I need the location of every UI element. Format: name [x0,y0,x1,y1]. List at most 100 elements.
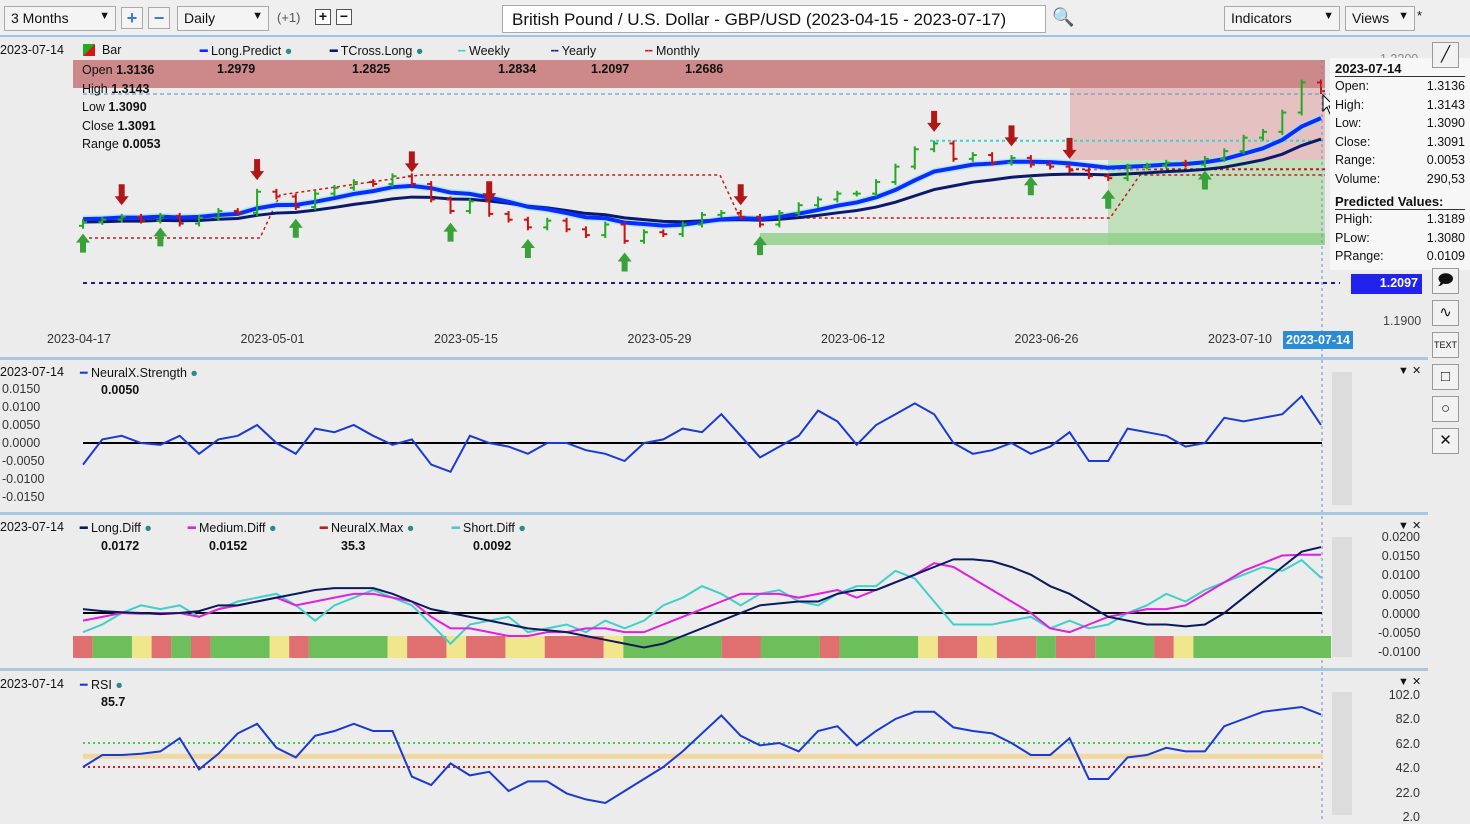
y-tick-label: 0.0150 [2,382,41,396]
legend-item: ━ Long.Predict ● [200,44,293,58]
delete-icon[interactable]: ✕ [1432,428,1459,454]
legend-item: ━ Short.Diff ● [452,521,526,535]
rsi-value: 85.7 [101,695,126,709]
short-diff-line [82,558,1322,646]
chart-canvas[interactable] [0,0,1430,821]
neuralx-max-segment [996,636,1037,658]
ohlc-high: High 1.3143 [82,81,150,96]
legend-bar: Bar [83,43,121,57]
neuralx-max-segment [151,636,172,658]
ohlc-readout: Open 1.3136 High 1.3143 Low 1.3090 Close… [82,61,161,154]
panel-divider[interactable] [0,668,1428,671]
rectangle-icon[interactable]: □ [1432,364,1459,390]
tooltip-row: Range: 0.0053 [1335,153,1465,167]
panel-menu-icon[interactable]: ▼ ✕ [1398,519,1421,532]
legend-rsi: ━ RSI ● [80,678,123,692]
y-tick-label: 2.0 [1402,810,1420,824]
neuralx-max-segment [210,636,270,658]
neuralx-max-segment [1055,636,1096,658]
tooltip-row: Open: 1.3136 [1335,79,1465,93]
legend-value: 1.2686 [685,62,724,76]
neuralx-max-segment [977,636,997,658]
support-zone [760,233,1325,245]
legend-item: ╌ Monthly [645,44,700,58]
neuralx-max-segment [1154,636,1174,658]
legend-value: 0.0092 [473,539,512,553]
neuralx-max-segment [131,636,152,658]
neuralx-max-segment [387,636,408,658]
ohlc-low: Low 1.3090 [82,100,147,114]
y-tick-label: -0.0050 [2,454,45,468]
tooltip-row: High: 1.3143 [1335,97,1465,112]
curve-icon[interactable]: ∿ [1432,300,1459,326]
legend-value: 1.2097 [591,62,630,76]
comment-icon[interactable]: 🗩 [1432,268,1459,294]
panel-menu-icon[interactable]: ▼ ✕ [1398,364,1421,377]
neuralx-max-segment [918,636,938,658]
pencil-icon[interactable]: ╱ [1432,42,1459,68]
legend-value: 1.2979 [217,62,256,76]
panel-scrollbar [1332,537,1352,657]
price-tick: 1.1900 [1383,314,1422,328]
tooltip-row: Low: 1.3090 [1335,116,1465,130]
tooltip-pred-row: PLow: 1.3080 [1335,230,1465,245]
y-tick-label: 0.0000 [1381,606,1420,621]
ohlc-close: Close 1.3091 [82,118,156,133]
tooltip-pred-row: PHigh: 1.3189 [1335,212,1465,226]
neuralx-max-segment [544,636,604,658]
bar-icon [83,44,95,56]
legend-item: ━ Long.Diff ● [80,521,152,535]
panel-divider[interactable] [0,512,1428,515]
diff-date: 2023-07-14 [0,520,64,534]
legend-value: 35.3 [341,539,366,553]
neuralx-max-segment [721,636,761,658]
neuralx-max-segment [1036,636,1056,658]
circle-icon[interactable]: ○ [1432,396,1459,422]
ohlc-range: Range 0.0053 [82,137,161,151]
neuralx-max-segment [1095,636,1155,658]
neuralx-max-segment [269,636,290,658]
cursor-date-label: 2023-07-14 [1283,331,1353,349]
neuralx-max-segment [466,636,506,658]
x-tick-label: 2023-05-15 [434,332,498,346]
y-tick-label: 62.0 [1395,736,1420,751]
x-tick-label: 2023-05-29 [627,332,692,346]
panel-divider[interactable] [0,357,1428,360]
x-tick-label: 2023-06-26 [1014,332,1079,346]
strength-value: 0.0050 [101,383,140,397]
prediction-high-zone [1070,88,1325,160]
legend-item: ━ NeuralX.Max ● [320,521,415,535]
main-date: 2023-07-14 [0,43,64,57]
x-tick-label: 2023-04-17 [47,332,111,346]
neuralx-max-segment [839,636,919,658]
legend-item: ╌ Yearly [551,44,597,58]
tooltip-predicted-title: Predicted Values: [1335,194,1465,210]
neuralx-max-segment [171,636,191,658]
legend-bar-label: Bar [101,43,122,57]
y-tick-label: -0.0150 [2,490,45,504]
neuralx-max-segment [289,636,309,658]
y-tick-label: -0.0100 [2,472,45,486]
legend-value: 1.2825 [352,62,391,76]
strength-date: 2023-07-14 [0,365,64,379]
tooltip-pred-row: PRange: 0.0109 [1335,249,1465,263]
legend-item: ╌ Weekly [458,44,510,58]
legend-strength: ━ NeuralX.Strength ● [80,366,198,380]
panel-menu-icon[interactable]: ▼ ✕ [1398,675,1421,688]
bar-tooltip: 2023-07-14 Open: 1.3136 High: 1.3143 Low: 1.3… [1330,58,1470,270]
panel-scrollbar [1332,372,1352,505]
neuralx-max-segment [937,636,978,658]
neuralx-max-segment [92,636,132,658]
neuralx-max-segment [190,636,211,658]
y-tick-label: 0.0050 [2,418,41,432]
ohlc-open: Open 1.3136 [82,63,155,77]
legend-value: 0.0152 [209,539,248,553]
y-tick-label: 0.0100 [2,400,41,414]
neuralx-max-segment [819,636,840,658]
text-icon[interactable]: TEXT [1432,332,1459,358]
yearly-price-label: 1.2097 [1351,274,1422,294]
tooltip-row: Volume: 290,53 [1335,171,1465,186]
neuralx-max-segment [1173,636,1194,658]
x-tick-label: 2023-07-10 [1208,332,1272,346]
legend-value: 0.0172 [101,539,140,553]
